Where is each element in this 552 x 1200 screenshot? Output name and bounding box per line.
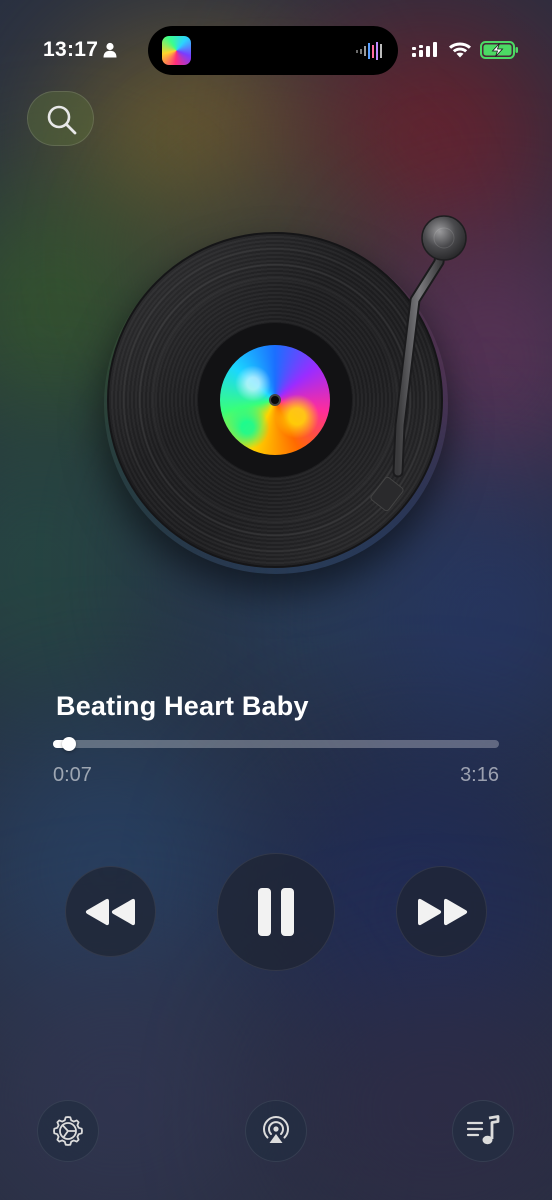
dynamic-island[interactable] bbox=[148, 26, 398, 75]
progress-bar[interactable] bbox=[53, 737, 499, 751]
status-time: 13:17 bbox=[43, 38, 99, 61]
audio-waveform-icon bbox=[356, 42, 382, 60]
settings-button[interactable] bbox=[37, 1100, 99, 1162]
track-title: Beating Heart Baby bbox=[56, 691, 309, 721]
person-icon bbox=[103, 42, 117, 58]
airplay-button[interactable] bbox=[245, 1100, 307, 1162]
cellular-signal-icon bbox=[412, 42, 437, 57]
search-icon bbox=[47, 105, 77, 135]
settings-gear-icon bbox=[53, 1116, 83, 1146]
battery-charging-icon bbox=[480, 41, 518, 59]
rewind-button[interactable] bbox=[65, 866, 156, 957]
turntable bbox=[0, 200, 552, 600]
tonearm bbox=[370, 215, 467, 512]
total-duration: 3:16 bbox=[460, 764, 499, 786]
mini-album-art bbox=[162, 36, 191, 65]
play-pause-button[interactable] bbox=[217, 853, 335, 971]
fast-forward-button[interactable] bbox=[396, 866, 487, 957]
playlist-button[interactable] bbox=[452, 1100, 514, 1162]
playlist-music-icon bbox=[466, 1115, 500, 1145]
progress-thumb[interactable] bbox=[62, 737, 77, 751]
airplay-icon bbox=[263, 1116, 289, 1143]
elapsed-time: 0:07 bbox=[53, 764, 92, 786]
pause-icon bbox=[258, 888, 294, 936]
fast-forward-icon bbox=[417, 898, 467, 925]
rewind-icon bbox=[85, 898, 135, 925]
status-bar: 13:17 bbox=[0, 0, 552, 100]
wifi-icon bbox=[449, 42, 471, 58]
search-button[interactable] bbox=[27, 91, 94, 146]
blurred-album-background bbox=[0, 0, 552, 1200]
